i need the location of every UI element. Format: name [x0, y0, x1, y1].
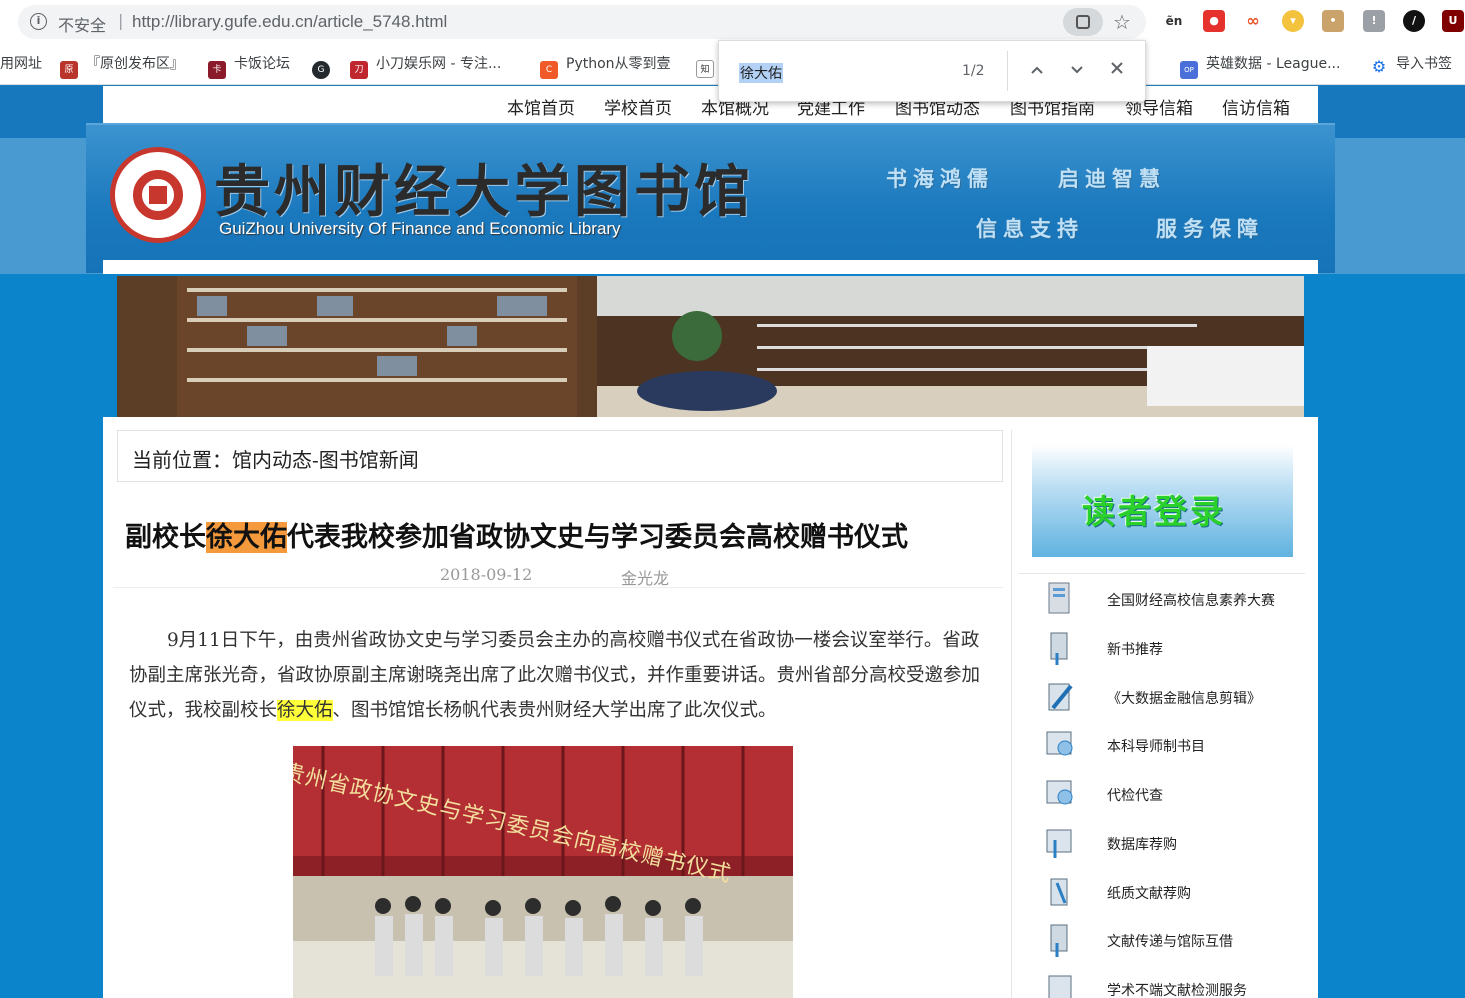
csdn-icon: C — [540, 61, 558, 79]
check-icon — [1048, 975, 1072, 998]
cssci-icon — [1046, 780, 1073, 805]
sidebar-item-paper-recommend[interactable]: 纸质文献荐购 — [1043, 873, 1303, 913]
sidebar-item-info-literacy-contest[interactable]: 全国财经高校信息素养大赛 — [1043, 580, 1303, 620]
library-name: 贵州财经大学图书馆 — [214, 159, 754, 225]
article-author: 金光龙 — [621, 569, 670, 588]
divider — [1019, 573, 1305, 574]
article-date: 2018-09-12 — [440, 565, 533, 584]
browser-toolbar: i 不安全 | http://library.gufe.edu.cn/artic… — [0, 0, 1465, 44]
sidebar-item-plagiarism-check[interactable]: 学术不端文献检测服务 — [1043, 970, 1303, 998]
bookmark-item[interactable]: G — [312, 54, 338, 79]
bookmark-item[interactable]: 原『原创发布区』 — [60, 54, 184, 79]
article-title: 副校长徐大佑代表我校参加省政协文史与学习委员会高校赠书仪式 — [125, 515, 908, 554]
bookmark-item[interactable]: ⚙ 导入书签 — [1370, 54, 1452, 76]
title-part: 代表我校参加省政协文史与学习委员会高校赠书仪式 — [287, 522, 908, 553]
banner-divider — [103, 258, 1318, 274]
book-icon — [1050, 632, 1068, 665]
find-next-button[interactable] — [1064, 57, 1090, 83]
library-interior-photo — [117, 276, 1304, 417]
search-page-icon[interactable] — [1063, 8, 1103, 36]
security-label: 不安全 — [58, 16, 107, 35]
slogan: 启迪智慧 — [1058, 167, 1166, 191]
cdrom-icon — [1046, 731, 1073, 756]
slogan: 信息支持 — [976, 217, 1084, 241]
url-separator: | — [118, 11, 124, 30]
title-part: 副校长 — [125, 522, 206, 553]
reader-login-button[interactable]: 读者登录 — [1032, 445, 1293, 557]
sidebar-item-tutor-booklist[interactable]: 本科导师制书目 — [1043, 726, 1303, 766]
phone-icon — [1050, 924, 1068, 957]
xiaodao-icon: 刀 — [350, 61, 368, 79]
column-divider — [1011, 430, 1012, 998]
gear-icon: ⚙ — [1371, 57, 1387, 76]
body-part: 、图书馆馆长杨帆代表贵州财经大学出席了此次仪式。 — [332, 700, 777, 721]
address-bar[interactable]: i 不安全 | http://library.gufe.edu.cn/artic… — [18, 5, 1146, 39]
site-icon: 原 — [60, 61, 78, 79]
extension-shield-icon[interactable]: ▾ — [1282, 10, 1304, 32]
find-close-button[interactable] — [1104, 57, 1130, 83]
translate-extension-icon[interactable]: ẽn — [1163, 10, 1185, 32]
pencil-icon — [1050, 878, 1068, 906]
find-input[interactable]: 徐大佑 — [739, 63, 783, 83]
find-highlight-active: 徐大佑 — [206, 522, 287, 553]
find-highlight: 徐大佑 — [277, 700, 333, 721]
info-icon[interactable]: i — [30, 13, 47, 30]
nav-library-home[interactable]: 本馆首页 — [507, 94, 575, 119]
site-banner: 贵州财经大学图书馆 GuiZhou University Of Finance … — [86, 123, 1335, 273]
bookmark-item[interactable]: 用网址 — [0, 54, 42, 76]
article-photo: 贵州省政协文史与学习委员会向高校赠书仪式 — [293, 746, 793, 998]
opgg-icon: OP — [1180, 61, 1198, 79]
extension-alert-icon[interactable]: ! — [1363, 10, 1385, 32]
vpn-icon — [1046, 829, 1072, 858]
bookmark-star-icon[interactable]: ☆ — [1113, 10, 1131, 34]
slogan: 服务保障 — [1156, 217, 1264, 241]
find-match-count: 1/2 — [962, 63, 985, 79]
bookmark-item[interactable]: 刀小刀娱乐网 - 专注... — [350, 54, 501, 79]
sidebar-item-document-delivery[interactable]: 文献传递与馆际互借 — [1043, 921, 1303, 961]
bookmark-item[interactable]: 卡卡饭论坛 — [208, 54, 290, 79]
chevron-down-icon — [1071, 66, 1083, 74]
find-previous-button[interactable] — [1024, 57, 1050, 83]
university-logo[interactable] — [110, 147, 206, 243]
content-area: 当前位置：馆内动态-图书馆新闻 副校长徐大佑代表我校参加省政协文史与学习委员会高… — [103, 417, 1318, 998]
find-bar: 徐大佑 1/2 — [718, 40, 1146, 102]
nav-petition-mailbox[interactable]: 信访信箱 — [1222, 94, 1290, 119]
article-body: 9月11日下午，由贵州省政协文史与学习委员会主办的高校赠书仪式在省政协一楼会议室… — [129, 623, 991, 728]
bookmark-item[interactable]: OP 英雄数据 - League... — [1180, 54, 1340, 79]
github-icon: G — [312, 61, 330, 79]
breadcrumb: 当前位置：馆内动态-图书馆新闻 — [132, 448, 419, 472]
divider — [113, 587, 1003, 588]
ublock-icon[interactable]: U — [1442, 10, 1464, 32]
kafan-icon: 卡 — [208, 61, 226, 79]
sidebar-item-big-data-finance[interactable]: 《大数据金融信息剪辑》 — [1043, 678, 1303, 718]
extension-red-icon[interactable]: ● — [1203, 10, 1225, 32]
extension-face-icon[interactable]: • — [1322, 10, 1344, 32]
document-icon — [1048, 582, 1070, 614]
close-icon — [1111, 62, 1123, 74]
sidebar-item-database-recommend[interactable]: 数据库荐购 — [1043, 824, 1303, 864]
nav-school-home[interactable]: 学校首页 — [604, 94, 672, 119]
extension-infinity-icon[interactable]: ∞ — [1242, 10, 1264, 32]
slogan: 书海鸿儒 — [886, 167, 994, 191]
sidebar-item-search-service[interactable]: 代检代查 — [1043, 775, 1303, 815]
extension-circle-icon[interactable]: / — [1403, 10, 1425, 32]
sidebar-item-new-books[interactable]: 新书推荐 — [1043, 629, 1303, 669]
url-text[interactable]: http://library.gufe.edu.cn/article_5748.… — [132, 12, 447, 32]
bookmark-item[interactable]: C Python从零到壹 — [540, 54, 671, 79]
chevron-up-icon — [1031, 66, 1043, 74]
divider — [1007, 51, 1008, 91]
breadcrumb-box: 当前位置：馆内动态-图书馆新闻 — [117, 430, 1003, 482]
hero-illustration — [117, 276, 1304, 417]
zhihu-icon: 知 — [696, 60, 714, 78]
reader-login-label: 读者登录 — [1082, 492, 1226, 531]
library-name-english: GuiZhou University Of Finance and Econom… — [219, 219, 621, 238]
pen-icon — [1048, 683, 1073, 711]
